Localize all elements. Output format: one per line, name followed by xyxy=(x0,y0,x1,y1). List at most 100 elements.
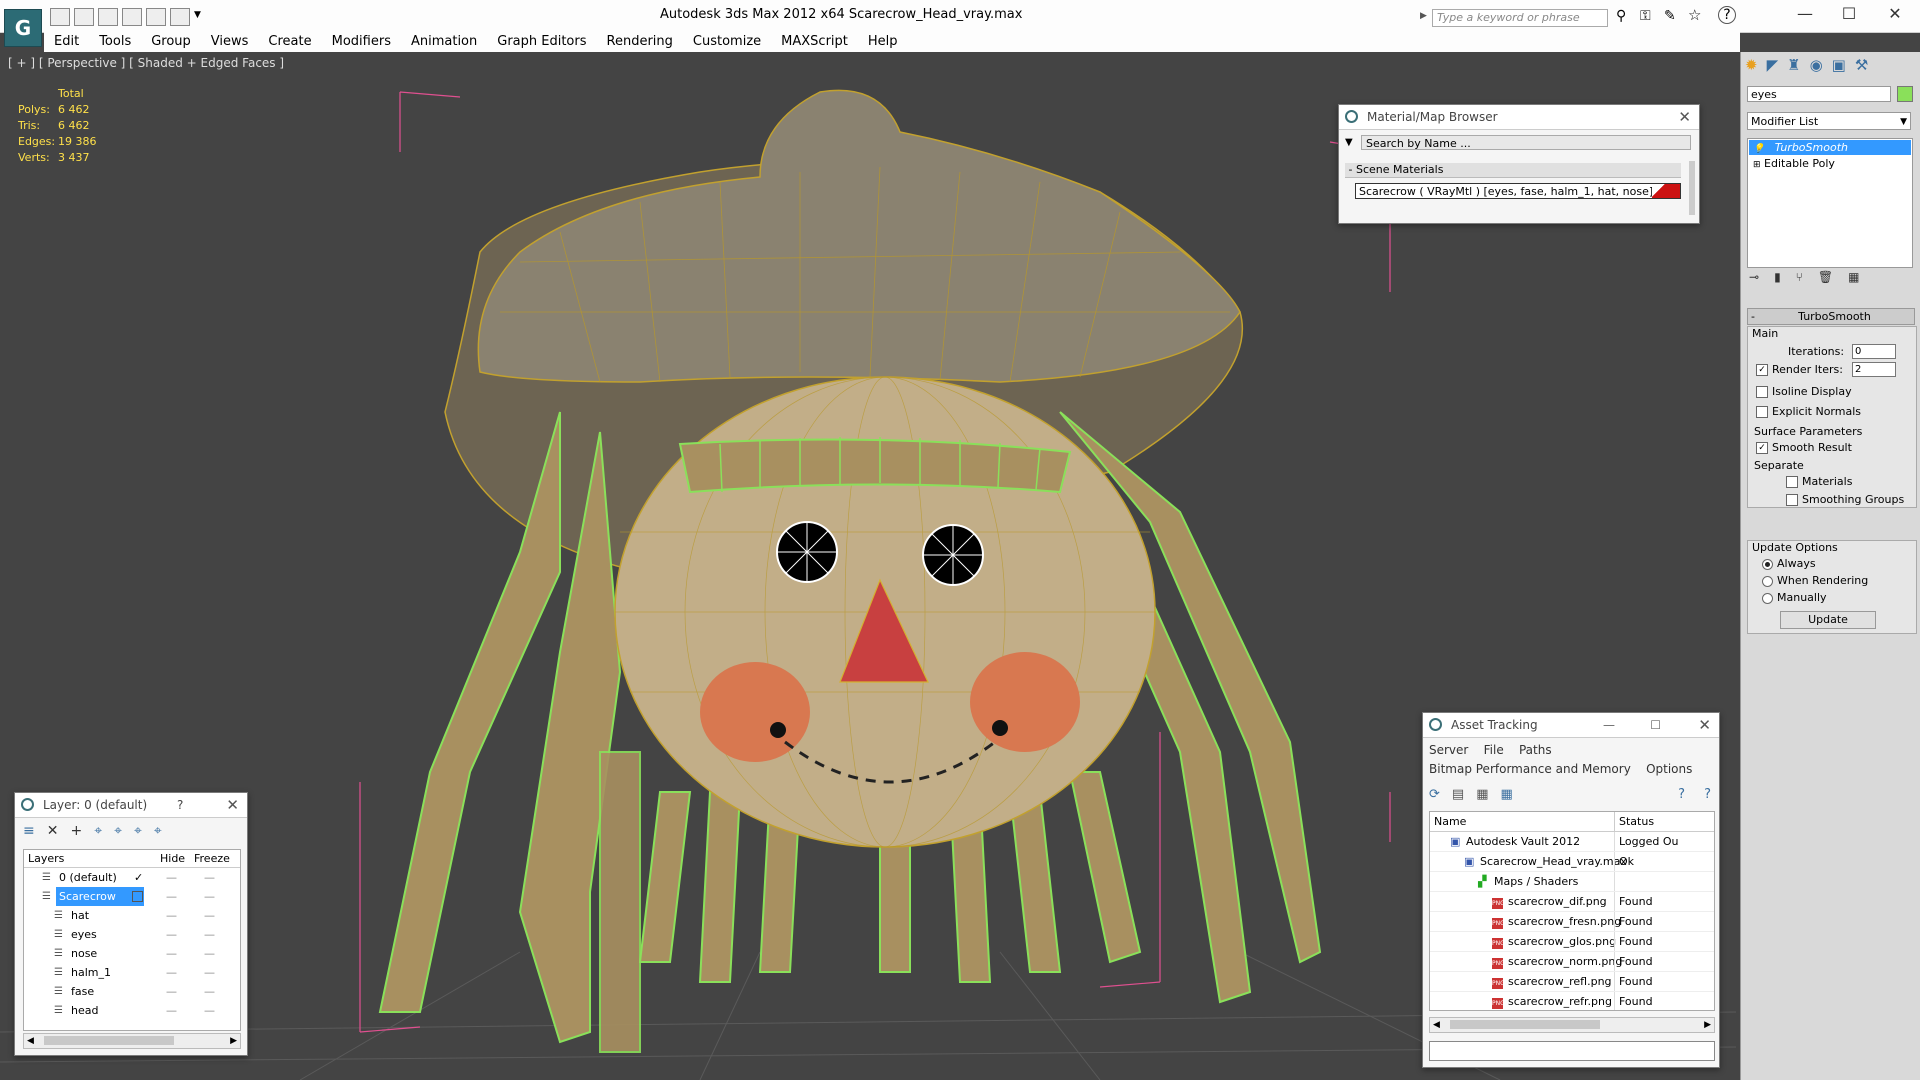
turbosmooth-rollout-header[interactable]: - TurboSmooth xyxy=(1747,308,1915,325)
asset-menu-paths[interactable]: Paths xyxy=(1519,743,1552,757)
asset-menu-file[interactable]: File xyxy=(1484,743,1504,757)
menu-animation[interactable]: Animation xyxy=(401,32,487,51)
project-folder-icon[interactable] xyxy=(170,8,190,26)
menu-group[interactable]: Group xyxy=(141,32,201,51)
favorites-star-icon[interactable]: ☆ xyxy=(1688,6,1704,24)
menu-maxscript[interactable]: MAXScript xyxy=(771,32,858,51)
create-tab-icon[interactable]: ✹ xyxy=(1745,56,1767,74)
menu-create[interactable]: Create xyxy=(258,32,321,51)
freeze-toggle[interactable]: — xyxy=(204,982,215,1001)
layer-row[interactable]: ☰ nose — — xyxy=(24,944,240,963)
undo-icon[interactable] xyxy=(122,8,142,26)
display-tab-icon[interactable]: ▣ xyxy=(1832,56,1855,74)
menu-edit[interactable]: Edit xyxy=(44,32,89,51)
layer-name[interactable]: head xyxy=(68,1001,101,1020)
asset-status-column-header[interactable]: Status xyxy=(1614,812,1654,831)
isoline-display-checkbox[interactable]: Isoline Display xyxy=(1756,385,1852,398)
material-browser-close-icon[interactable]: ✕ xyxy=(1678,105,1691,129)
asset-row[interactable]: ▣ Autodesk Vault 2012 Logged Ou xyxy=(1430,832,1714,852)
quick-access-dropdown-icon[interactable]: ▼ xyxy=(194,10,201,20)
layer-name[interactable]: nose xyxy=(68,944,100,963)
expand-plus-icon[interactable]: ⊞ xyxy=(1753,160,1761,170)
explicit-normals-checkbox[interactable]: Explicit Normals xyxy=(1756,405,1861,418)
layer-name[interactable]: fase xyxy=(68,982,97,1001)
motion-tab-icon[interactable]: ◉ xyxy=(1810,56,1832,74)
help-icon[interactable]: ? xyxy=(1718,6,1736,24)
freeze-toggle[interactable]: — xyxy=(204,925,215,944)
binoculars-icon[interactable]: ⚲ xyxy=(1616,8,1632,24)
asset-menu-options[interactable]: Options xyxy=(1646,762,1692,776)
layer-name[interactable]: eyes xyxy=(68,925,100,944)
select-objects-icon[interactable]: ⌖ xyxy=(94,823,114,839)
asset-menu-bitmap-performance[interactable]: Bitmap Performance and Memory xyxy=(1429,762,1631,776)
hide-toggle[interactable]: — xyxy=(166,906,177,925)
asset-row[interactable]: ▣ Scarecrow_Head_vray.max Ok xyxy=(1430,852,1714,872)
asset-tracking-title-bar[interactable]: Asset Tracking — ☐ ✕ xyxy=(1423,713,1719,738)
hierarchy-tab-icon[interactable]: ♜ xyxy=(1787,56,1809,74)
asset-row[interactable]: PNG scarecrow_fresn.png Found xyxy=(1430,912,1714,932)
stack-item-editable-poly[interactable]: ⊞ Editable Poly xyxy=(1749,156,1911,171)
asset-minimize-button[interactable]: — xyxy=(1603,713,1615,737)
configure-sets-icon[interactable]: ▦ xyxy=(1848,270,1874,284)
asset-row[interactable]: PNG scarecrow_glos.png Found xyxy=(1430,932,1714,952)
maximize-button[interactable]: ☐ xyxy=(1826,4,1872,26)
hide-column-header[interactable]: Hide xyxy=(160,850,185,867)
show-end-result-icon[interactable]: ▮ xyxy=(1774,270,1796,284)
smoothing-groups-checkbox[interactable]: Smoothing Groups xyxy=(1786,493,1904,506)
asset-tracking-close-icon[interactable]: ✕ xyxy=(1698,713,1711,737)
hide-toggle[interactable]: — xyxy=(166,982,177,1001)
freeze-column-header[interactable]: Freeze xyxy=(194,850,230,867)
layer-row[interactable]: ☰ hat — — xyxy=(24,906,240,925)
material-search-input[interactable]: Search by Name ... xyxy=(1361,135,1691,150)
freeze-toggle[interactable]: — xyxy=(204,944,215,963)
utilities-tab-icon[interactable]: ⚒ xyxy=(1855,56,1877,74)
hide-all-icon[interactable]: ⌖ xyxy=(134,823,154,839)
freeze-all-icon[interactable]: ⌖ xyxy=(154,823,174,839)
minimize-button[interactable]: — xyxy=(1782,4,1828,26)
close-button[interactable]: ✕ xyxy=(1872,4,1918,26)
layer-name[interactable]: 0 (default) xyxy=(56,868,120,887)
asset-row[interactable]: ▞ Maps / Shaders xyxy=(1430,872,1714,892)
create-layer-icon[interactable]: ≡ xyxy=(23,823,47,839)
menu-customize[interactable]: Customize xyxy=(683,32,771,51)
asset-horizontal-scrollbar[interactable]: ◀ ▶ xyxy=(1429,1017,1715,1033)
search-input[interactable]: Type a keyword or phrase xyxy=(1432,9,1608,27)
layer-row[interactable]: ☰ head — — xyxy=(24,1001,240,1020)
object-color-swatch[interactable] xyxy=(1897,86,1913,102)
asset-menu-server[interactable]: Server xyxy=(1429,743,1468,757)
freeze-toggle[interactable]: — xyxy=(204,887,215,906)
layer-name[interactable]: Scarecrow xyxy=(56,887,144,906)
freeze-toggle[interactable]: — xyxy=(204,906,215,925)
asset-row[interactable]: PNG scarecrow_refl.png Found xyxy=(1430,972,1714,992)
hide-toggle[interactable]: — xyxy=(166,887,177,906)
set-current-layer-icon[interactable] xyxy=(132,891,143,902)
current-layer-check-icon[interactable]: ✓ xyxy=(134,868,143,887)
stack-item-turbosmooth[interactable]: 💡 TurboSmooth xyxy=(1749,140,1911,155)
menu-help[interactable]: Help xyxy=(858,32,908,51)
update-button[interactable]: Update xyxy=(1780,611,1876,629)
layer-panel-title-bar[interactable]: Layer: 0 (default) ? ✕ xyxy=(15,793,247,818)
freeze-toggle[interactable]: — xyxy=(204,1001,215,1020)
material-browser-title-bar[interactable]: Material/Map Browser ✕ xyxy=(1339,105,1699,130)
update-manually-radio[interactable]: Manually xyxy=(1762,591,1827,604)
smooth-result-checkbox[interactable]: ✓ Smooth Result xyxy=(1756,441,1852,454)
bulb-icon[interactable]: 💡 xyxy=(1753,144,1764,154)
layer-panel-close-icon[interactable]: ✕ xyxy=(226,793,239,817)
asset-row[interactable]: PNG scarecrow_norm.png Found xyxy=(1430,952,1714,972)
menu-views[interactable]: Views xyxy=(201,32,259,51)
menu-graph-editors[interactable]: Graph Editors xyxy=(487,32,596,51)
browser-options-icon[interactable]: ▼ xyxy=(1345,137,1353,148)
render-iters-spinner[interactable]: 2 xyxy=(1852,362,1896,377)
open-file-icon[interactable] xyxy=(74,8,94,26)
modifier-list-dropdown[interactable]: Modifier List ▼ xyxy=(1747,112,1911,130)
layer-row[interactable]: ☰ eyes — — xyxy=(24,925,240,944)
save-file-icon[interactable] xyxy=(98,8,118,26)
material-item[interactable]: Scarecrow ( VRayMtl ) [eyes, fase, halm_… xyxy=(1355,183,1681,199)
iterations-spinner[interactable]: 0 xyxy=(1852,344,1896,359)
asset-path-field[interactable] xyxy=(1429,1041,1715,1061)
table-view-icon[interactable]: ▦ xyxy=(1501,787,1525,802)
layer-row[interactable]: ☰ 0 (default) ✓ — — xyxy=(24,868,240,887)
asset-help-icon[interactable]: ? xyxy=(1678,787,1685,802)
layer-row[interactable]: ☰ Scarecrow — — xyxy=(24,887,240,906)
material-browser-scrollbar[interactable] xyxy=(1689,161,1695,215)
